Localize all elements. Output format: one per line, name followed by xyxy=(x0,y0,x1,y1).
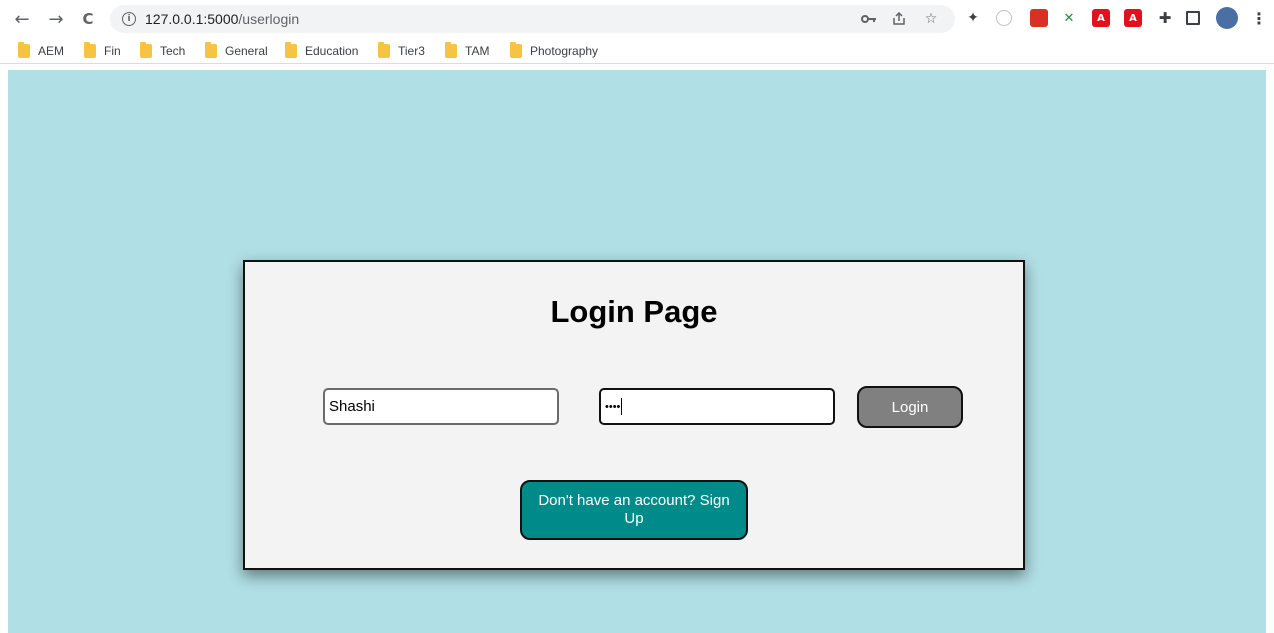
folder-icon xyxy=(285,42,297,58)
profile-avatar[interactable] xyxy=(1216,7,1238,29)
bookmark-tech[interactable]: Tech xyxy=(140,42,186,59)
info-icon[interactable]: i xyxy=(122,12,136,26)
bookmark-label: Education xyxy=(305,44,359,58)
bookmark-label: Photography xyxy=(530,44,599,58)
bookmark-tier3[interactable]: Tier3 xyxy=(378,42,425,59)
folder-icon xyxy=(445,42,457,58)
red-square-extension-icon[interactable] xyxy=(1030,9,1048,27)
bookmark-label: General xyxy=(225,44,268,58)
url-path: /userlogin xyxy=(238,11,300,27)
url-host: 127.0.0.1:5000 xyxy=(145,11,239,27)
adobe-acrobat-extension-icon[interactable]: A xyxy=(1124,9,1142,27)
password-value: •••• xyxy=(605,400,621,413)
browser-toolbar: ← → C i 127.0.0.1:5000/userlogin ☆ ✦ ✕ A… xyxy=(0,0,1274,38)
bookmark-photography[interactable]: Photography xyxy=(510,42,599,59)
bookmark-tam[interactable]: TAM xyxy=(445,42,490,59)
menu-icon[interactable]: ⋮ xyxy=(1250,9,1268,28)
turtle-extension-icon[interactable]: ✦ xyxy=(964,9,982,27)
page-title: Login Page xyxy=(550,294,718,329)
bookmark-general[interactable]: General xyxy=(205,42,268,59)
back-icon[interactable]: ← xyxy=(12,9,32,30)
folder-icon xyxy=(140,42,152,58)
star-icon[interactable]: ☆ xyxy=(922,10,940,28)
folder-icon xyxy=(205,42,217,58)
url-text[interactable]: 127.0.0.1:5000/userlogin xyxy=(145,11,299,27)
password-input[interactable]: •••• xyxy=(599,388,835,425)
page-background: Login Page Shashi •••• Login Don't have … xyxy=(8,70,1266,633)
reload-icon[interactable]: C xyxy=(78,9,98,29)
side-panel-icon[interactable] xyxy=(1186,11,1200,25)
forward-icon[interactable]: → xyxy=(46,9,66,30)
bookmark-label: AEM xyxy=(38,44,65,58)
green-extension-icon[interactable]: ✕ xyxy=(1060,9,1078,27)
signup-button[interactable]: Don't have an account? Sign Up xyxy=(520,480,748,540)
adobe-extension-icon[interactable]: A xyxy=(1092,9,1110,27)
bookmark-aem[interactable]: AEM xyxy=(18,42,65,59)
bookmark-label: TAM xyxy=(465,44,490,58)
folder-icon xyxy=(18,42,30,58)
puzzle-icon[interactable]: ✚ xyxy=(1156,9,1174,27)
bookmark-label: Tech xyxy=(160,44,186,58)
folder-icon xyxy=(378,42,390,58)
folder-icon xyxy=(510,42,522,58)
circle-extension-icon[interactable] xyxy=(996,10,1012,26)
login-button[interactable]: Login xyxy=(857,386,963,428)
bookmark-fin[interactable]: Fin xyxy=(84,42,121,59)
bookmark-education[interactable]: Education xyxy=(285,42,359,59)
bookmark-label: Fin xyxy=(104,44,121,58)
username-value: Shashi xyxy=(329,398,375,415)
bookmark-label: Tier3 xyxy=(398,44,425,58)
address-bar[interactable]: i 127.0.0.1:5000/userlogin ☆ xyxy=(110,5,955,33)
key-icon[interactable] xyxy=(860,10,878,28)
login-card: Login Page Shashi •••• Login Don't have … xyxy=(243,260,1025,570)
share-icon[interactable] xyxy=(890,10,908,28)
text-caret xyxy=(621,398,623,415)
folder-icon xyxy=(84,42,96,58)
username-input[interactable]: Shashi xyxy=(323,388,559,425)
bookmarks-bar: AEM Fin Tech General Education Tier3 TAM… xyxy=(0,38,1274,64)
